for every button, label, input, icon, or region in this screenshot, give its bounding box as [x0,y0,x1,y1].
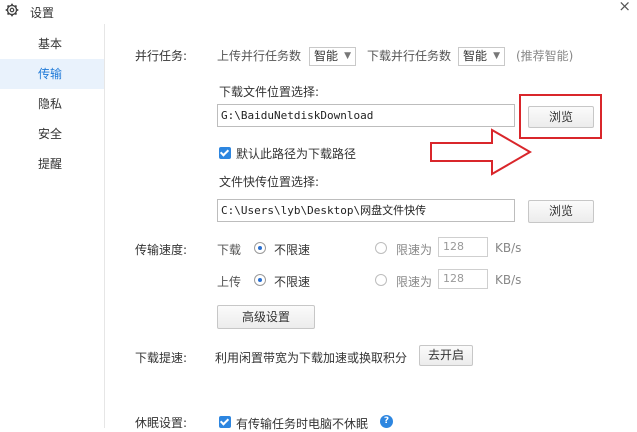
transfer-speed-label: 传输速度: [135,243,188,257]
download-limit-radio[interactable] [375,242,387,254]
download-location-label: 下载文件位置选择: [219,85,320,99]
enable-boost-button[interactable]: 去开启 [419,345,473,366]
upload-parallel-select[interactable]: 智能 ▼ [309,47,356,66]
download-boost-label: 下载提速: [135,351,188,365]
arrow-annotation [430,128,532,176]
sleep-settings-label: 休眠设置: [135,416,188,430]
download-speed-label: 下载 [217,243,242,257]
window-title: 设置 [30,6,55,20]
download-parallel-label: 下载并行任务数 [367,49,452,63]
download-unlimited-radio[interactable] [254,242,266,254]
sidebar-item-reminder[interactable]: 提醒 [0,149,104,179]
default-path-label: 默认此路径为下载路径 [236,147,357,161]
upload-limit-label: 限速为 [396,275,433,289]
sidebar-item-security[interactable]: 安全 [0,119,104,149]
chevron-down-icon: ▼ [344,51,351,61]
download-unlimited-label: 不限速 [274,243,311,257]
help-icon[interactable]: ? [380,415,393,428]
no-sleep-checkbox[interactable] [219,416,231,428]
settings-panel: 并行任务: 上传并行任务数 智能 ▼ 下载并行任务数 智能 ▼ (推荐智能) 下载文… [105,24,637,431]
close-icon[interactable]: × [618,0,631,15]
chevron-down-icon: ▼ [493,51,500,61]
download-limit-unit: KB/s [495,241,522,255]
upload-parallel-label: 上传并行任务数 [217,49,302,63]
download-path-field[interactable]: G:\BaiduNetdiskDownload [217,104,515,127]
download-limit-label: 限速为 [396,243,433,257]
default-path-checkbox[interactable] [219,147,231,159]
no-sleep-label: 有传输任务时电脑不休眠 [236,417,369,431]
parallel-tasks-label: 并行任务: [135,49,188,63]
upload-speed-label: 上传 [217,275,242,289]
sidebar-item-transfer[interactable]: 传输 [0,59,104,89]
quick-upload-browse-button[interactable]: 浏览 [528,200,594,223]
parallel-hint: (推荐智能) [516,49,574,63]
download-parallel-value: 智能 [463,49,488,63]
download-limit-input[interactable]: 128 [438,237,488,257]
sidebar-item-privacy[interactable]: 隐私 [0,89,104,119]
upload-limit-unit: KB/s [495,273,522,287]
upload-unlimited-label: 不限速 [274,275,311,289]
advanced-settings-button[interactable]: 高级设置 [217,305,315,329]
download-boost-text: 利用闲置带宽为下载加速或换取积分 [215,351,408,365]
upload-limit-radio[interactable] [375,274,387,286]
sidebar: 基本 传输 隐私 安全 提醒 [0,24,105,428]
quick-upload-path-field[interactable]: C:\Users\lyb\Desktop\网盘文件快传 [217,199,515,222]
title-bar: 设置 × [0,0,637,24]
upload-limit-input[interactable]: 128 [438,269,488,289]
download-parallel-select[interactable]: 智能 ▼ [458,47,505,66]
quick-upload-label: 文件快传位置选择: [219,175,320,189]
upload-unlimited-radio[interactable] [254,274,266,286]
sidebar-item-basic[interactable]: 基本 [0,29,104,59]
gear-icon [5,3,19,17]
upload-parallel-value: 智能 [314,49,339,63]
